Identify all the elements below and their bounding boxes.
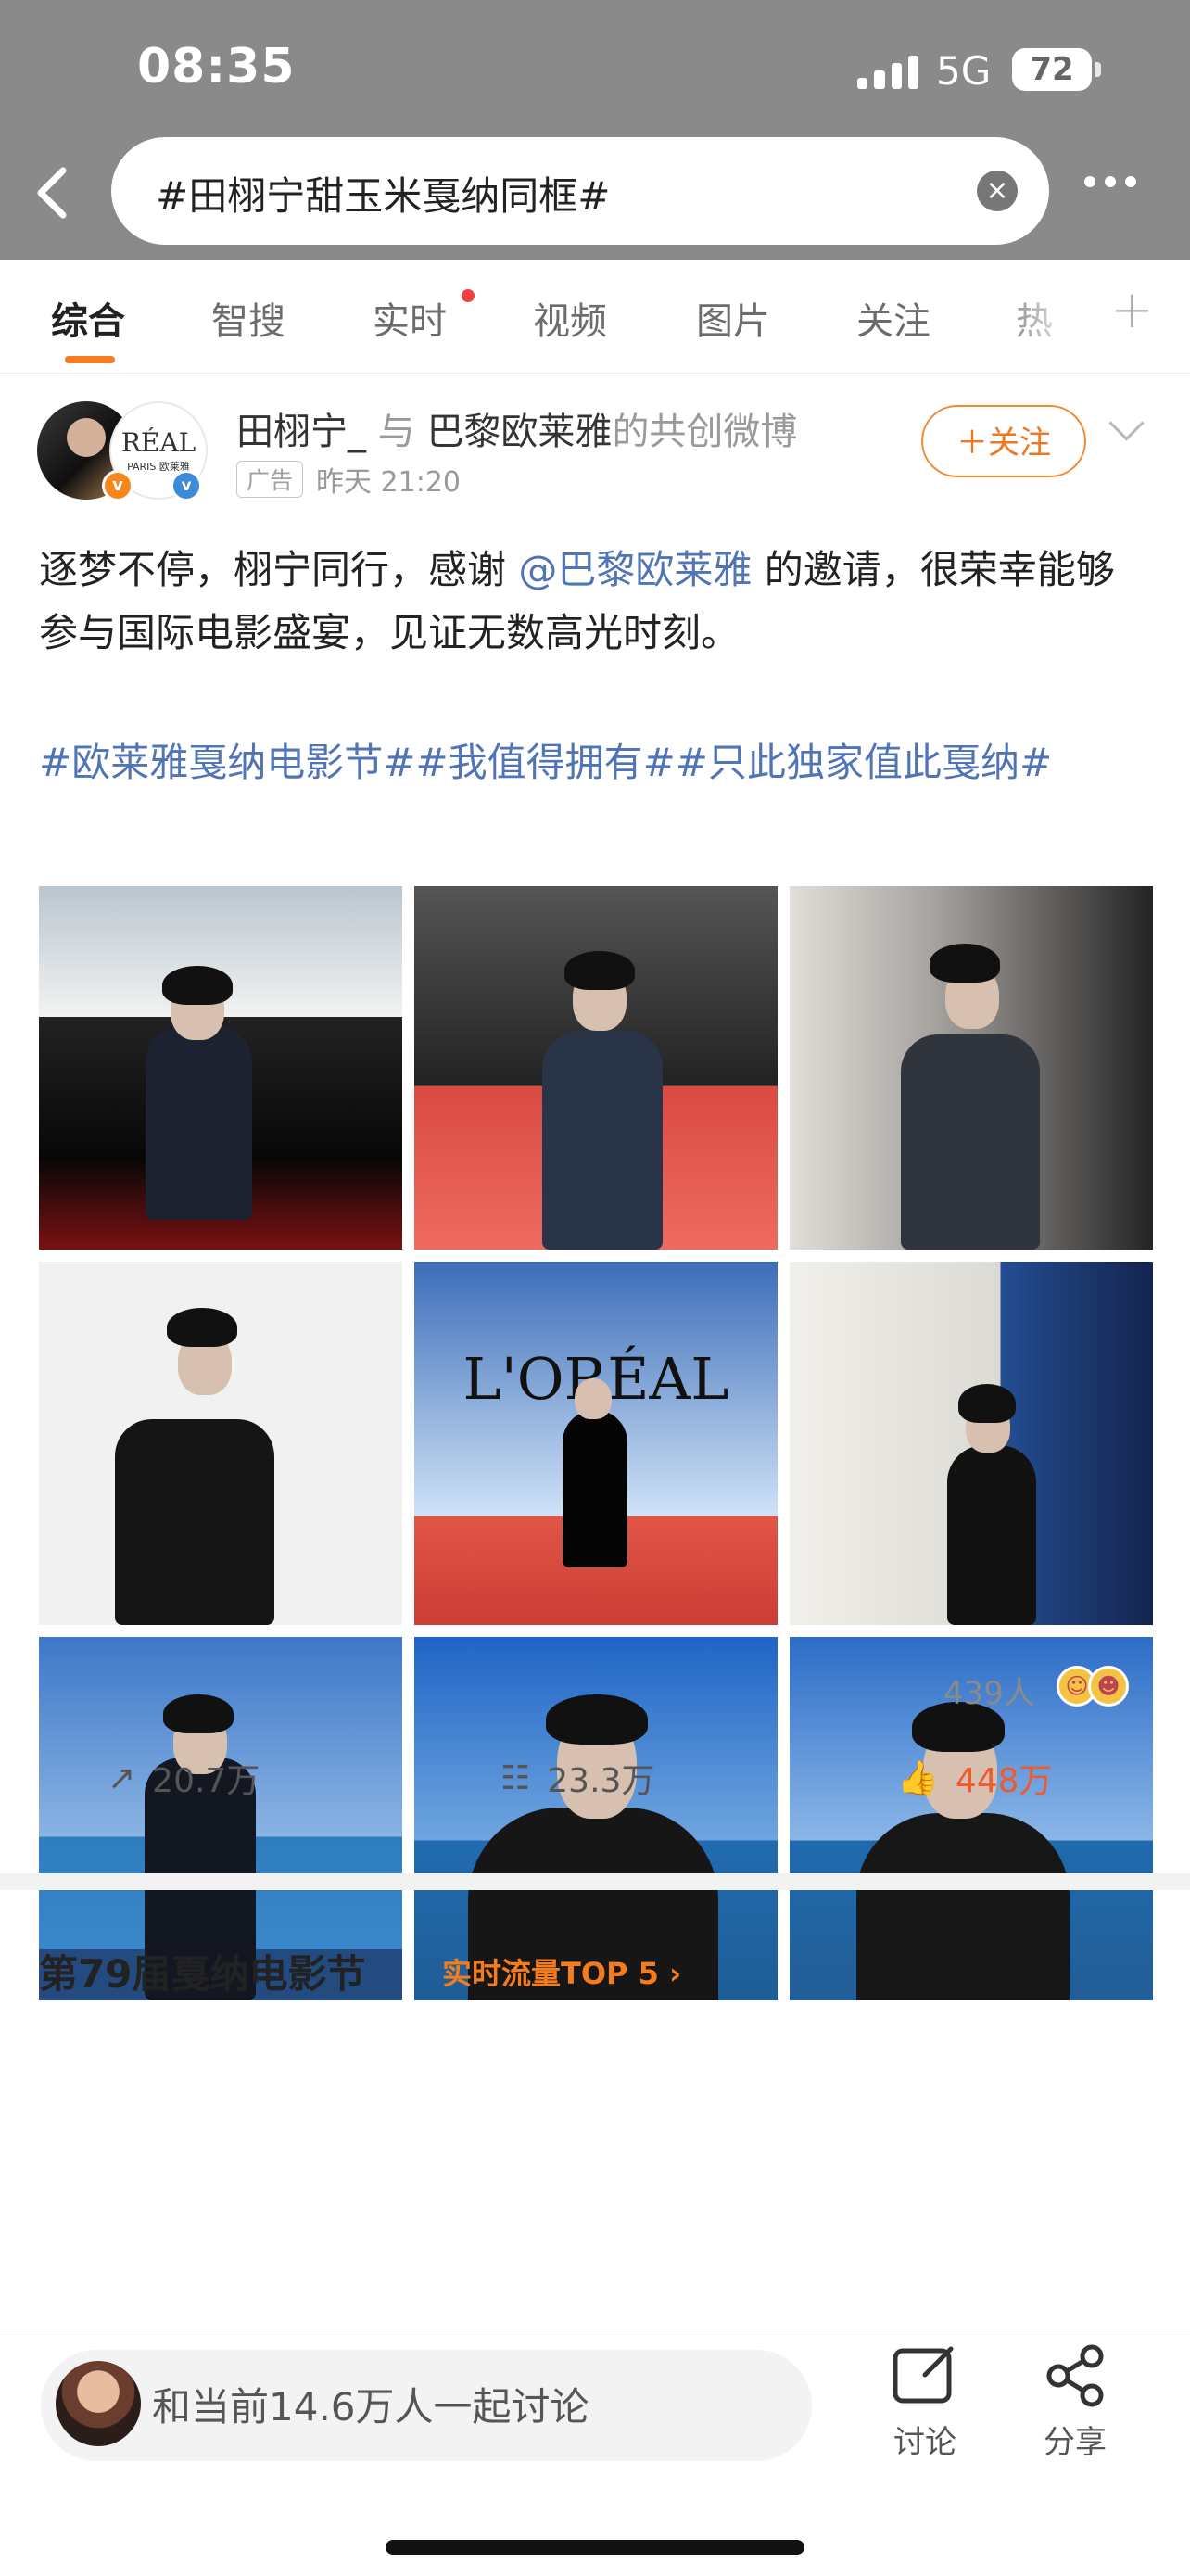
verified-blue-icon: v — [171, 470, 202, 501]
comment-placeholder: 和当前14.6万人一起讨论 — [152, 2384, 589, 2430]
post-text-part-1: 逐梦不停，栩宁同行，感谢 — [39, 547, 507, 592]
post-time: 昨天 21:20 — [316, 466, 462, 499]
hashtag-links[interactable]: #欧莱雅戛纳电影节##我值得拥有##只此独家值此戛纳# — [39, 731, 1151, 794]
like-count: 448万 — [955, 1762, 1053, 1800]
status-bar: 08:35 5G 72 — [0, 0, 1190, 139]
ad-badge: 广告 — [236, 461, 304, 498]
top-header: 08:35 5G 72 #田栩宁甜玉米戛纳同框# × — [0, 0, 1190, 260]
image-grid: L'ORÉAL — [39, 886, 1153, 2000]
tab-comprehensive[interactable]: 综合 — [51, 291, 125, 345]
tab-video[interactable]: 视频 — [533, 291, 607, 345]
clear-search-icon[interactable]: × — [977, 171, 1018, 211]
battery-icon: 72 — [1012, 48, 1101, 91]
home-indicator — [386, 2540, 804, 2555]
tab-smart-search[interactable]: 智搜 — [211, 291, 285, 345]
photo-5[interactable]: L'ORÉAL — [414, 1262, 778, 1625]
search-bar[interactable]: #田栩宁甜玉米戛纳同框# × — [111, 137, 1049, 245]
author-name[interactable]: 田栩宁_ — [236, 411, 366, 453]
battery-level: 72 — [1030, 51, 1074, 88]
follow-button[interactable]: ＋关注 — [921, 405, 1086, 477]
forward-button[interactable]: ↗ 20.7万 — [108, 1754, 260, 1802]
author-line: 田栩宁_ 与 巴黎欧莱雅的共创微博 — [236, 401, 797, 455]
discuss-label: 讨论 — [893, 2424, 956, 2461]
like-icon: 👍 — [897, 1759, 939, 1797]
photo-3[interactable] — [790, 886, 1153, 1250]
reaction-emoji-icons[interactable]: ☺ ☻ — [1057, 1666, 1129, 1707]
comment-count: 23.3万 — [547, 1762, 655, 1800]
comment-icon: ☷ — [500, 1758, 531, 1797]
signal-icon — [857, 54, 918, 89]
more-menu-icon[interactable] — [1084, 176, 1136, 187]
network-label: 5G — [936, 48, 992, 94]
discuss-button[interactable]: 讨论 — [879, 2343, 971, 2462]
search-tabs: 综合 智搜 实时 视频 图片 关注 热 + — [0, 260, 1190, 374]
tab-realtime[interactable]: 实时 — [373, 291, 447, 345]
co-created-label: 的共创微博 — [612, 411, 798, 453]
edit-icon — [892, 2346, 954, 2404]
forward-icon: ↗ — [108, 1758, 136, 1797]
chevron-down-icon[interactable] — [1108, 405, 1145, 441]
post-text: 逐梦不停，栩宁同行，感谢 @巴黎欧莱雅 的邀请，很荣幸能够参与国际电影盛宴，见证… — [39, 539, 1151, 665]
tabs-fade — [990, 260, 1079, 372]
photo-1[interactable] — [39, 886, 402, 1250]
brand-name[interactable]: 巴黎欧莱雅 — [426, 411, 612, 453]
share-button[interactable]: 分享 — [1029, 2343, 1121, 2462]
co-author-connector: 与 — [377, 411, 415, 453]
post-actions: ↗ 20.7万 ☷ 23.3万 👍 448万 — [0, 1754, 1190, 1835]
photo-2[interactable] — [414, 886, 778, 1250]
bottom-comment-bar: 和当前14.6万人一起讨论 讨论 分享 — [0, 2329, 1190, 2576]
current-user-avatar — [56, 2361, 141, 2446]
section-divider — [0, 1873, 1190, 1890]
status-time: 08:35 — [137, 39, 296, 95]
event-title: 第79届戛纳电影节 — [39, 1951, 366, 1997]
active-tab-indicator — [65, 356, 115, 363]
post-meta: 广告 昨天 21:20 — [236, 459, 461, 500]
forward-count: 20.7万 — [152, 1762, 260, 1800]
tab-following[interactable]: 关注 — [856, 291, 930, 345]
share-icon — [1046, 2344, 1104, 2407]
comment-button[interactable]: ☷ 23.3万 — [500, 1754, 654, 1802]
add-tab-icon[interactable]: + — [1110, 280, 1154, 340]
realtime-notification-dot — [462, 289, 475, 302]
like-button[interactable]: 👍 448万 — [897, 1754, 1053, 1802]
comment-input[interactable]: 和当前14.6万人一起讨论 — [41, 2350, 812, 2461]
photo-6[interactable] — [790, 1262, 1153, 1625]
photo-4[interactable] — [39, 1262, 402, 1625]
tab-images[interactable]: 图片 — [696, 291, 770, 345]
emoji-icon: ☻ — [1088, 1666, 1129, 1707]
verified-orange-icon: v — [102, 470, 133, 501]
search-query[interactable]: #田栩宁甜玉米戛纳同框# — [156, 165, 610, 222]
brand-mention-link[interactable]: @巴黎欧莱雅 — [518, 547, 752, 592]
back-arrow-icon[interactable] — [30, 165, 72, 221]
reaction-count[interactable]: 439人 — [943, 1668, 1035, 1713]
share-label: 分享 — [1044, 2424, 1107, 2461]
realtime-top-link[interactable]: 实时流量TOP 5 › — [442, 1950, 681, 1993]
